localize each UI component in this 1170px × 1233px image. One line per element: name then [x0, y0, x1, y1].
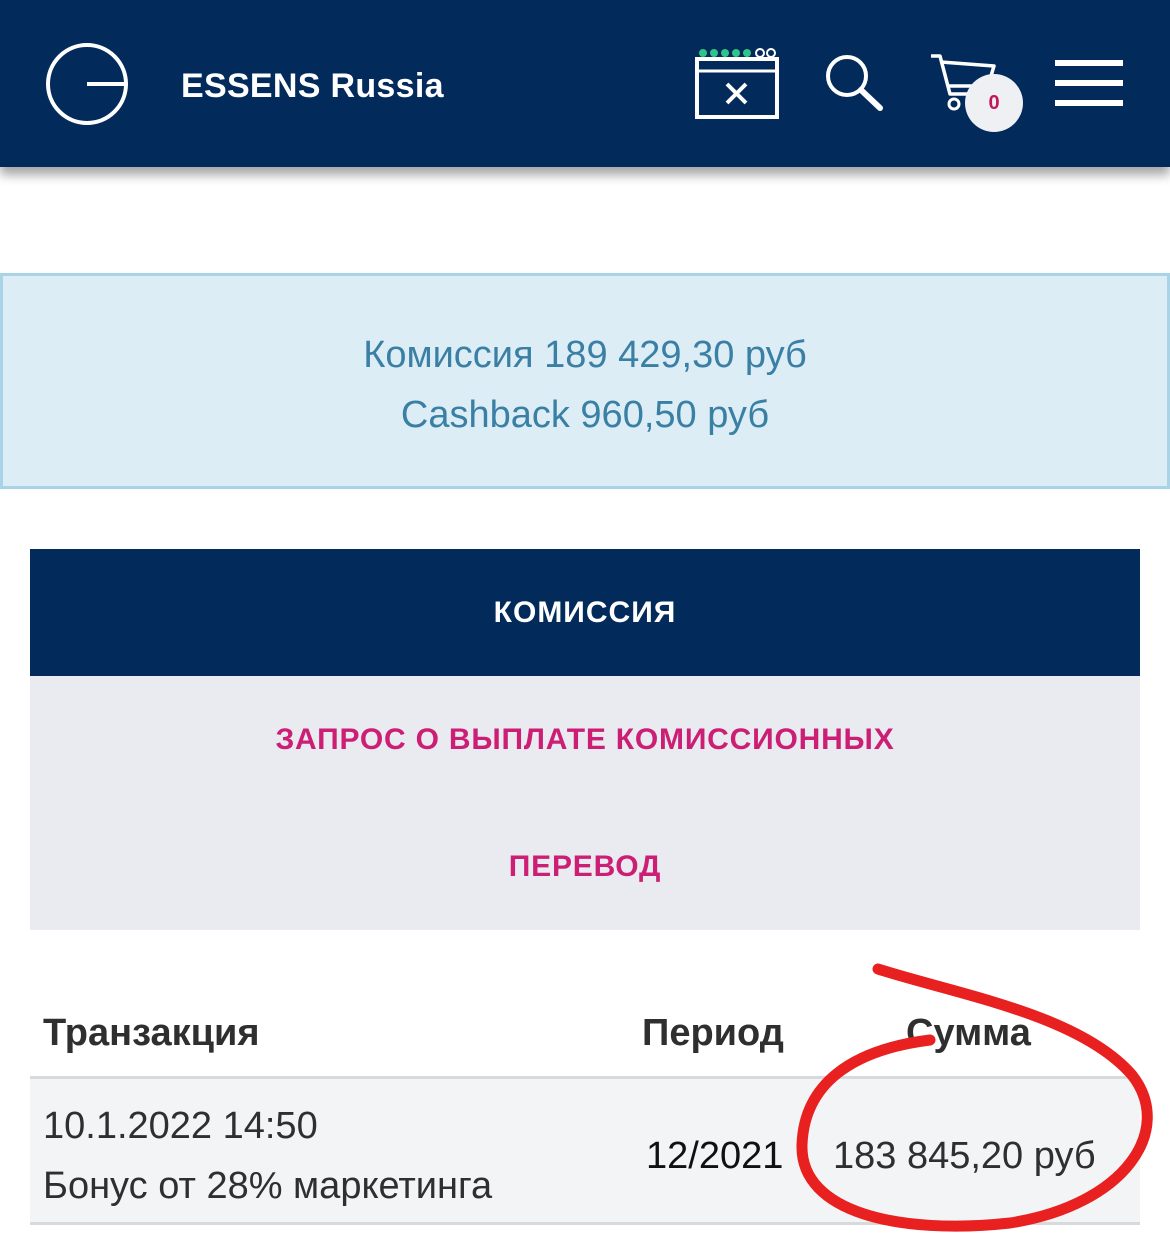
table-row[interactable]: 10.1.2022 14:50 Бонус от 28% маркетинга … [30, 1076, 1140, 1225]
hamburger-menu-icon[interactable] [1055, 60, 1123, 106]
column-header-sum: Сумма [906, 1012, 1031, 1054]
transaction-sum: 183 845,20 руб [833, 1135, 1096, 1177]
transfer-link[interactable]: ПЕРЕВОД [30, 803, 1140, 930]
transaction-description: Бонус от 28% маркетинга [43, 1165, 493, 1207]
transaction-datetime: 10.1.2022 14:50 [43, 1105, 318, 1147]
cart-count-badge[interactable]: 0 [965, 74, 1023, 132]
column-header-period: Период [642, 1012, 784, 1054]
top-header-bar: ESSENS Russia 0 [0, 0, 1170, 167]
transaction-period: 12/2021 [646, 1135, 784, 1177]
brand-name[interactable]: ESSENS Russia [181, 66, 444, 106]
search-icon[interactable] [823, 53, 885, 113]
tab-commission[interactable]: КОМИССИЯ [30, 549, 1140, 676]
balance-summary-box: Комиссия 189 429,30 руб Cashback 960,50 … [0, 273, 1170, 489]
commission-balance: Комиссия 189 429,30 руб [363, 334, 807, 376]
column-header-transaction: Транзакция [43, 1012, 260, 1054]
commission-payout-request-link[interactable]: ЗАПРОС О ВЫПЛАТЕ КОМИССИОННЫХ [30, 676, 1140, 803]
commission-submenu: ЗАПРОС О ВЫПЛАТЕ КОМИССИОННЫХ ПЕРЕВОД [30, 676, 1140, 930]
essens-logo-icon[interactable] [44, 41, 130, 127]
cashback-balance: Cashback 960,50 руб [400, 394, 770, 436]
adblock-icon[interactable] [694, 47, 780, 121]
